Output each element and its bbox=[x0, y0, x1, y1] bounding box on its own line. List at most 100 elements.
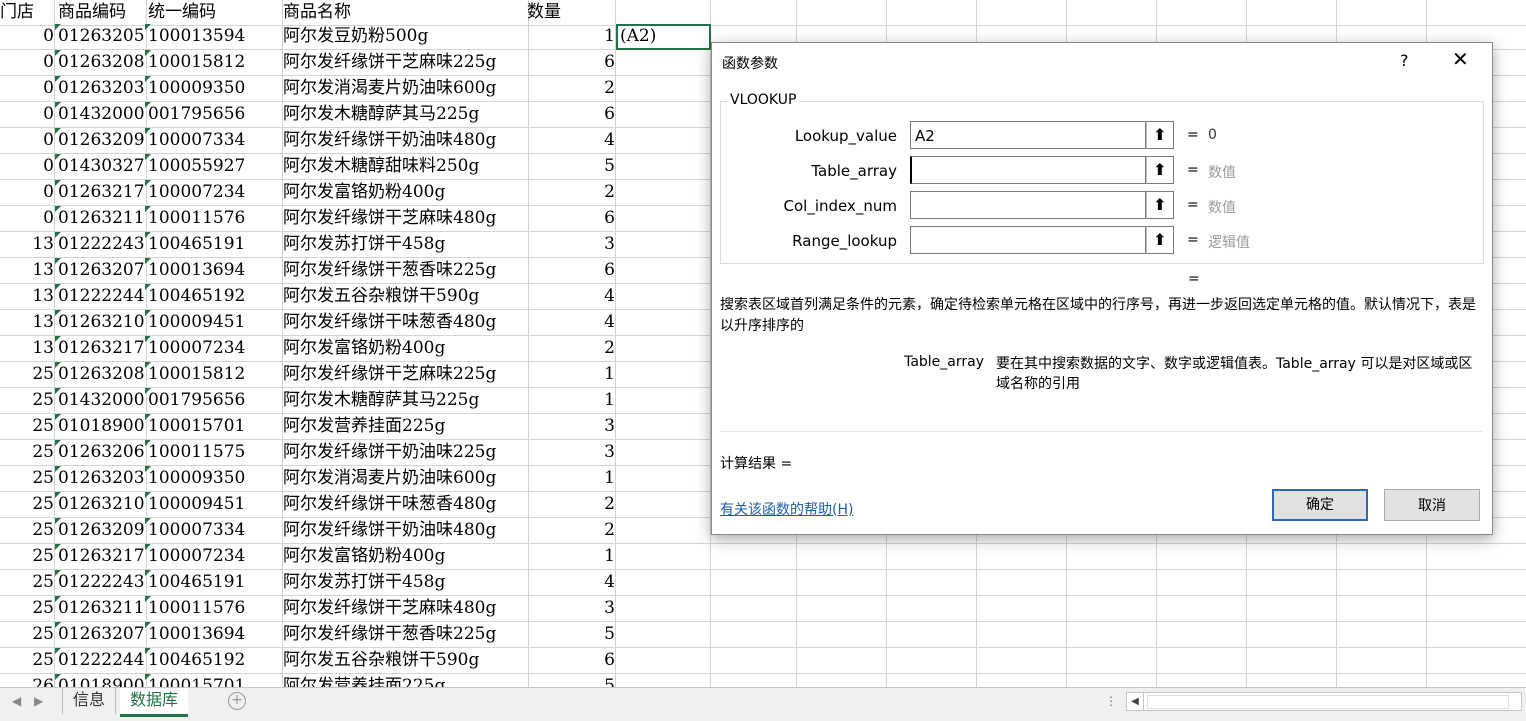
store-cell[interactable]: 0 bbox=[0, 206, 55, 232]
quantity-cell[interactable]: 5 bbox=[527, 622, 616, 648]
product-code-cell[interactable]: 01263207 bbox=[55, 258, 147, 284]
quantity-cell[interactable]: 6 bbox=[527, 50, 616, 76]
empty-cell[interactable] bbox=[616, 414, 711, 440]
empty-cell[interactable] bbox=[1427, 622, 1526, 648]
column-header[interactable]: 商品名称 bbox=[280, 0, 529, 26]
empty-cell[interactable] bbox=[977, 622, 1067, 648]
empty-cell[interactable] bbox=[887, 570, 977, 596]
quantity-cell[interactable]: 1 bbox=[527, 24, 616, 50]
empty-cell[interactable] bbox=[616, 544, 711, 570]
range-lookup-input[interactable] bbox=[910, 226, 1146, 254]
empty-cell[interactable] bbox=[616, 102, 711, 128]
function-help-link[interactable]: 有关该函数的帮助(H) bbox=[720, 499, 853, 519]
store-cell[interactable]: 13 bbox=[0, 310, 55, 336]
empty-cell[interactable] bbox=[616, 76, 711, 102]
quantity-cell[interactable]: 2 bbox=[527, 492, 616, 518]
product-name-cell[interactable]: 阿尔发苏打饼干458g bbox=[280, 232, 529, 258]
unified-code-cell[interactable]: 100009451 bbox=[145, 310, 283, 336]
empty-cell[interactable] bbox=[616, 570, 711, 596]
empty-cell[interactable] bbox=[1067, 674, 1157, 687]
empty-cell[interactable] bbox=[1337, 0, 1427, 26]
quantity-cell[interactable]: 1 bbox=[527, 362, 616, 388]
empty-cell[interactable] bbox=[707, 544, 797, 570]
empty-cell[interactable] bbox=[616, 492, 711, 518]
product-code-cell[interactable]: 01263210 bbox=[55, 310, 147, 336]
product-name-cell[interactable]: 阿尔发消渴麦片奶油味600g bbox=[280, 466, 529, 492]
unified-code-cell[interactable]: 100055927 bbox=[145, 154, 283, 180]
product-code-cell[interactable]: 01263209 bbox=[55, 518, 147, 544]
product-name-cell[interactable]: 阿尔发纤缘饼干葱香味225g bbox=[280, 258, 529, 284]
unified-code-cell[interactable]: 100009350 bbox=[145, 466, 283, 492]
quantity-cell[interactable]: 2 bbox=[527, 180, 616, 206]
quantity-cell[interactable]: 4 bbox=[527, 284, 616, 310]
unified-code-cell[interactable]: 001795656 bbox=[145, 388, 283, 414]
empty-cell[interactable] bbox=[616, 232, 711, 258]
empty-cell[interactable] bbox=[887, 544, 977, 570]
empty-cell[interactable] bbox=[1427, 570, 1526, 596]
empty-cell[interactable] bbox=[1067, 570, 1157, 596]
empty-cell[interactable] bbox=[616, 128, 711, 154]
quantity-cell[interactable]: 2 bbox=[527, 336, 616, 362]
product-name-cell[interactable]: 阿尔发纤缘饼干芝麻味480g bbox=[280, 206, 529, 232]
product-code-cell[interactable]: 01263208 bbox=[55, 362, 147, 388]
store-cell[interactable]: 25 bbox=[0, 570, 55, 596]
unified-code-cell[interactable]: 100013694 bbox=[145, 622, 283, 648]
product-name-cell[interactable]: 阿尔发苏打饼干458g bbox=[280, 570, 529, 596]
product-code-cell[interactable]: 01263205 bbox=[55, 24, 147, 50]
unified-code-cell[interactable]: 100013694 bbox=[145, 258, 283, 284]
product-code-cell[interactable]: 01432000 bbox=[55, 388, 147, 414]
empty-cell[interactable] bbox=[616, 596, 711, 622]
empty-cell[interactable] bbox=[616, 258, 711, 284]
product-name-cell[interactable]: 阿尔发富铬奶粉400g bbox=[280, 544, 529, 570]
empty-cell[interactable] bbox=[887, 648, 977, 674]
empty-cell[interactable] bbox=[797, 596, 887, 622]
ok-button[interactable]: 确定 bbox=[1272, 489, 1368, 521]
empty-cell[interactable] bbox=[1157, 674, 1247, 687]
store-cell[interactable]: 25 bbox=[0, 414, 55, 440]
empty-cell[interactable] bbox=[616, 362, 711, 388]
unified-code-cell[interactable]: 100011576 bbox=[145, 596, 283, 622]
empty-cell[interactable] bbox=[797, 648, 887, 674]
empty-cell[interactable] bbox=[1337, 544, 1427, 570]
store-cell[interactable]: 0 bbox=[0, 154, 55, 180]
empty-cell[interactable] bbox=[616, 154, 711, 180]
active-cell[interactable]: (A2) bbox=[616, 24, 711, 50]
unified-code-cell[interactable]: 100009350 bbox=[145, 76, 283, 102]
empty-cell[interactable] bbox=[1247, 544, 1337, 570]
product-code-cell[interactable]: 01263217 bbox=[55, 544, 147, 570]
empty-cell[interactable] bbox=[1157, 596, 1247, 622]
store-cell[interactable]: 25 bbox=[0, 388, 55, 414]
store-cell[interactable]: 13 bbox=[0, 284, 55, 310]
product-code-cell[interactable]: 01430327 bbox=[55, 154, 147, 180]
store-cell[interactable]: 0 bbox=[0, 128, 55, 154]
scrollbar-thumb[interactable] bbox=[1147, 695, 1509, 709]
store-cell[interactable]: 0 bbox=[0, 180, 55, 206]
empty-cell[interactable] bbox=[1427, 596, 1526, 622]
empty-cell[interactable] bbox=[977, 674, 1067, 687]
column-header[interactable]: 统一编码 bbox=[145, 0, 283, 26]
product-name-cell[interactable]: 阿尔发纤缘饼干芝麻味225g bbox=[280, 362, 529, 388]
empty-cell[interactable] bbox=[977, 596, 1067, 622]
unified-code-cell[interactable]: 100015812 bbox=[145, 50, 283, 76]
product-name-cell[interactable]: 阿尔发木糖醇萨其马225g bbox=[280, 102, 529, 128]
product-code-cell[interactable]: 01263217 bbox=[55, 336, 147, 362]
product-name-cell[interactable]: 阿尔发豆奶粉500g bbox=[280, 24, 529, 50]
store-cell[interactable]: 0 bbox=[0, 102, 55, 128]
product-code-cell[interactable]: 01222244 bbox=[55, 284, 147, 310]
tab-info[interactable]: 信息 bbox=[62, 688, 117, 714]
empty-cell[interactable] bbox=[797, 0, 887, 26]
empty-cell[interactable] bbox=[616, 284, 711, 310]
empty-cell[interactable] bbox=[616, 336, 711, 362]
empty-cell[interactable] bbox=[1067, 544, 1157, 570]
empty-cell[interactable] bbox=[616, 50, 711, 76]
empty-cell[interactable] bbox=[616, 648, 711, 674]
quantity-cell[interactable]: 4 bbox=[527, 570, 616, 596]
empty-cell[interactable] bbox=[1157, 648, 1247, 674]
empty-cell[interactable] bbox=[616, 310, 711, 336]
collapse-dialog-icon[interactable]: ⬆ bbox=[1146, 191, 1174, 219]
empty-cell[interactable] bbox=[1427, 0, 1526, 26]
unified-code-cell[interactable]: 100465191 bbox=[145, 232, 283, 258]
product-name-cell[interactable]: 阿尔发营养挂面225g bbox=[280, 674, 529, 687]
product-code-cell[interactable]: 01263211 bbox=[55, 206, 147, 232]
product-code-cell[interactable]: 01263211 bbox=[55, 596, 147, 622]
